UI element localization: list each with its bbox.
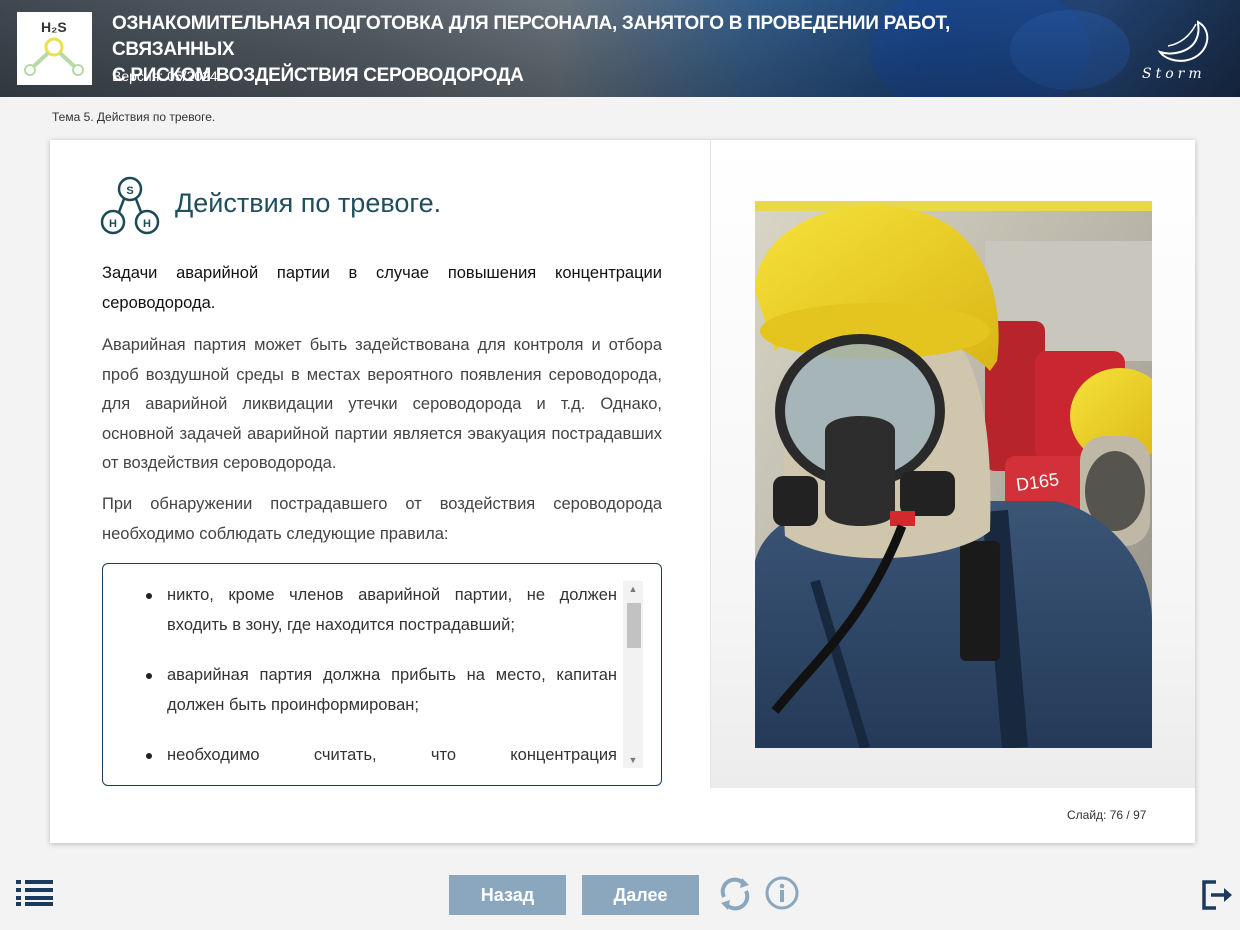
h2s-molecule-icon: S H H [100,176,160,235]
slide-paragraph-1: Аварийная партия может быть задействован… [102,336,662,472]
slide-counter-label: Слайд: [1067,808,1107,822]
slide-card: S H H Действия по тревоге. Задачи аварий… [50,140,1195,843]
course-logo: H₂S [17,12,92,85]
rule-item: аварийная партия должна прибыть на место… [139,660,617,720]
slide-heading: Действия по тревоге. [175,188,442,218]
rules-scrollbar[interactable]: ▲ ▼ [623,581,643,768]
course-title-line2: С РИСКОМ ВОЗДЕЙСТВИЯ СЕРОВОДОРОДА [112,65,524,86]
h2s-molecule-logo-icon: H₂S [24,19,84,76]
slide-paragraph-2: При обнаружении пострадавшего от воздейс… [102,495,662,543]
storm-swirl-icon: Storm [1142,20,1209,82]
rule-item: необходимо считать, что концентрация [139,740,617,770]
brand-name: Storm [1142,66,1206,82]
icon-letter-h-right: H [143,218,151,230]
storm-brand-logo: Storm [1138,18,1220,82]
rule-item: никто, кроме членов аварийной партии, не… [139,580,617,640]
scroll-thumb[interactable] [627,603,641,648]
reload-icon [720,877,750,911]
slide-counter: Слайд: 76 / 97 [1067,808,1146,822]
icon-letter-s: S [126,185,133,197]
next-button[interactable]: Далее [582,875,699,915]
firefighter-photo: D165 [755,201,1152,748]
exit-icon [1202,880,1232,910]
reload-button[interactable] [716,875,754,913]
scroll-down-icon[interactable]: ▼ [623,752,643,768]
breadcrumb: Тема 5. Действия по тревоге. [52,110,216,124]
exit-button[interactable] [1200,878,1234,912]
rules-scroll-box[interactable]: никто, кроме членов аварийной партии, не… [102,563,662,786]
list-menu-icon [16,880,53,906]
course-title: ОЗНАКОМИТЕЛЬНАЯ ПОДГОТОВКА ДЛЯ ПЕРСОНАЛА… [112,11,1012,89]
course-version: Версия: 05/2024 [112,68,218,84]
icon-letter-h-left: H [109,218,117,230]
back-button[interactable]: Назад [449,875,566,915]
image-panel: D165 [710,140,1195,788]
scroll-up-icon[interactable]: ▲ [623,581,643,597]
menu-button[interactable] [16,880,54,906]
rules-list: никто, кроме членов аварийной партии, не… [139,580,617,785]
firefighter-breathing-apparatus-image: D165 [755,201,1152,748]
info-icon [765,876,799,910]
course-title-line1: ОЗНАКОМИТЕЛЬНАЯ ПОДГОТОВКА ДЛЯ ПЕРСОНАЛА… [112,13,950,60]
logo-formula: H₂S [41,19,67,35]
info-button[interactable] [764,875,800,911]
course-header: H₂S ОЗНАКОМИТЕЛЬНАЯ ПОДГОТОВКА ДЛЯ ПЕРСО… [0,0,1240,97]
slide-counter-value: 76 / 97 [1109,808,1147,822]
slide-subheading: Задачи аварийной партии в случае повышен… [102,264,662,312]
